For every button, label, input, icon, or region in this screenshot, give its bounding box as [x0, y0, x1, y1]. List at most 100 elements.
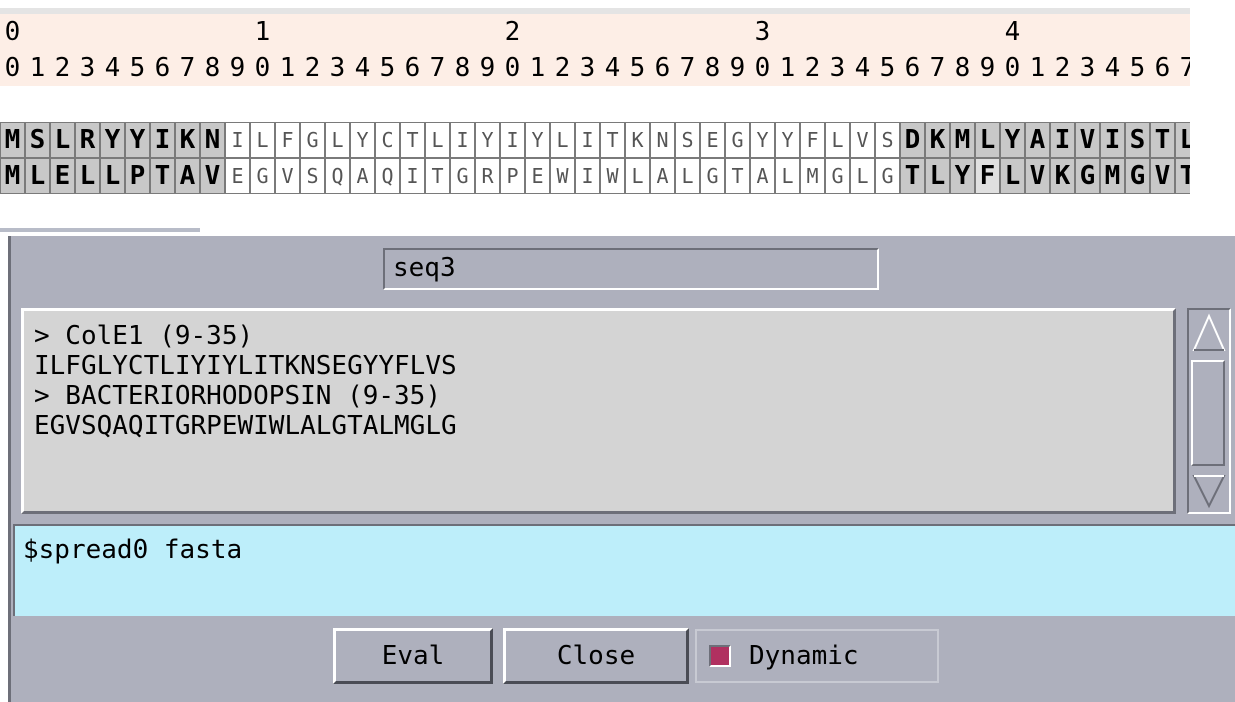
residue-cell[interactable]: L	[550, 122, 575, 158]
scroll-up-arrow-icon[interactable]	[1191, 312, 1227, 354]
residue-cell[interactable]: W	[550, 158, 575, 194]
residue-cell[interactable]: I	[575, 158, 600, 194]
residue-cell[interactable]: V	[1150, 158, 1175, 194]
scroll-thumb[interactable]	[1191, 360, 1225, 466]
residue-cell[interactable]: Y	[100, 122, 125, 158]
residue-cell[interactable]: I	[500, 122, 525, 158]
residue-cell[interactable]: M	[950, 122, 975, 158]
residue-cell[interactable]: S	[300, 158, 325, 194]
residue-cell[interactable]: Y	[775, 122, 800, 158]
residue-cell[interactable]: L	[1000, 158, 1025, 194]
residue-cell[interactable]: L	[825, 122, 850, 158]
residue-cell[interactable]: I	[150, 122, 175, 158]
residue-cell[interactable]: V	[200, 158, 225, 194]
residue-cell[interactable]: N	[650, 122, 675, 158]
residue-cell[interactable]: M	[1100, 158, 1125, 194]
residue-cell[interactable]: G	[725, 122, 750, 158]
residue-cell[interactable]: T	[1150, 122, 1175, 158]
residue-cell[interactable]: Q	[325, 158, 350, 194]
residue-cell[interactable]: Y	[750, 122, 775, 158]
residue-cell[interactable]: S	[675, 122, 700, 158]
residue-cell[interactable]: G	[1125, 158, 1150, 194]
scroll-down-arrow-icon[interactable]	[1191, 472, 1227, 510]
residue-cell[interactable]: L	[675, 158, 700, 194]
residue-cell[interactable]: F	[275, 122, 300, 158]
residue-cell[interactable]: G	[875, 158, 900, 194]
dynamic-checkbox[interactable]	[709, 645, 731, 667]
residue-cell[interactable]: M	[800, 158, 825, 194]
residue-cell[interactable]: L	[850, 158, 875, 194]
residue-cell[interactable]: I	[225, 122, 250, 158]
residue-cell[interactable]: I	[575, 122, 600, 158]
residue-cell[interactable]: D	[900, 122, 925, 158]
sequence-name-field[interactable]: seq3	[383, 248, 879, 290]
residue-cell[interactable]: R	[75, 122, 100, 158]
residue-cell[interactable]: Y	[950, 158, 975, 194]
eval-button[interactable]: Eval	[333, 628, 493, 684]
residue-cell[interactable]: E	[700, 122, 725, 158]
residue-cell[interactable]: I	[450, 122, 475, 158]
residue-cell[interactable]: G	[450, 158, 475, 194]
residue-cell[interactable]: I	[1050, 122, 1075, 158]
residue-cell[interactable]: A	[1025, 122, 1050, 158]
residue-cell[interactable]: G	[250, 158, 275, 194]
residue-cell[interactable]: T	[400, 122, 425, 158]
command-input[interactable]: $spread0 fasta	[13, 524, 1235, 616]
residue-cell[interactable]: Y	[350, 122, 375, 158]
residue-cell[interactable]: V	[275, 158, 300, 194]
sequence-row-1[interactable]: MSLRYYIKNILFGLYCTLIYIYLITKNSEGYYFLVSDKML…	[0, 122, 1190, 158]
residue-cell[interactable]: N	[200, 122, 225, 158]
residue-cell[interactable]: A	[650, 158, 675, 194]
residue-cell[interactable]: K	[175, 122, 200, 158]
residue-cell[interactable]: S	[25, 122, 50, 158]
sequence-spreadsheet[interactable]: 01234 0123456789012345678901234567890123…	[0, 0, 1190, 232]
residue-cell[interactable]: S	[1125, 122, 1150, 158]
residue-cell[interactable]: L	[975, 122, 1000, 158]
residue-cell[interactable]: Y	[475, 122, 500, 158]
residue-cell[interactable]: I	[400, 158, 425, 194]
residue-cell[interactable]: E	[50, 158, 75, 194]
residue-cell[interactable]: V	[1075, 122, 1100, 158]
residue-cell[interactable]: L	[1175, 122, 1190, 158]
residue-cell[interactable]: A	[175, 158, 200, 194]
residue-cell[interactable]: L	[625, 158, 650, 194]
residue-cell[interactable]: L	[425, 122, 450, 158]
residue-cell[interactable]: L	[25, 158, 50, 194]
residue-cell[interactable]: Y	[125, 122, 150, 158]
residue-cell[interactable]: T	[725, 158, 750, 194]
dynamic-toggle[interactable]: Dynamic	[695, 629, 939, 683]
residue-cell[interactable]: T	[600, 122, 625, 158]
residue-cell[interactable]: K	[625, 122, 650, 158]
residue-cell[interactable]: M	[0, 158, 25, 194]
output-scrollbar[interactable]	[1187, 308, 1231, 514]
residue-cell[interactable]: I	[1100, 122, 1125, 158]
close-button[interactable]: Close	[503, 628, 689, 684]
residue-cell[interactable]: Q	[375, 158, 400, 194]
residue-cell[interactable]: P	[500, 158, 525, 194]
spreadsheet-bottom-scroll[interactable]	[0, 228, 200, 232]
residue-cell[interactable]: A	[350, 158, 375, 194]
residue-cell[interactable]: E	[225, 158, 250, 194]
residue-cell[interactable]: L	[50, 122, 75, 158]
residue-cell[interactable]: P	[125, 158, 150, 194]
residue-cell[interactable]: W	[600, 158, 625, 194]
residue-cell[interactable]: K	[925, 122, 950, 158]
residue-cell[interactable]: F	[975, 158, 1000, 194]
residue-cell[interactable]: A	[750, 158, 775, 194]
residue-cell[interactable]: K	[1050, 158, 1075, 194]
residue-cell[interactable]: L	[75, 158, 100, 194]
residue-cell[interactable]: C	[375, 122, 400, 158]
residue-cell[interactable]: R	[475, 158, 500, 194]
residue-cell[interactable]: L	[100, 158, 125, 194]
residue-cell[interactable]: G	[1075, 158, 1100, 194]
residue-cell[interactable]: G	[300, 122, 325, 158]
residue-cell[interactable]: Y	[525, 122, 550, 158]
residue-cell[interactable]: E	[525, 158, 550, 194]
residue-cell[interactable]: T	[425, 158, 450, 194]
residue-cell[interactable]: V	[850, 122, 875, 158]
sequence-row-2[interactable]: MLELLPTAVEGVSQAQITGRPEWIWLALGTALMGLGTLYF…	[0, 158, 1190, 194]
residue-cell[interactable]: F	[800, 122, 825, 158]
residue-cell[interactable]: T	[1175, 158, 1190, 194]
residue-cell[interactable]: L	[775, 158, 800, 194]
residue-cell[interactable]: T	[150, 158, 175, 194]
